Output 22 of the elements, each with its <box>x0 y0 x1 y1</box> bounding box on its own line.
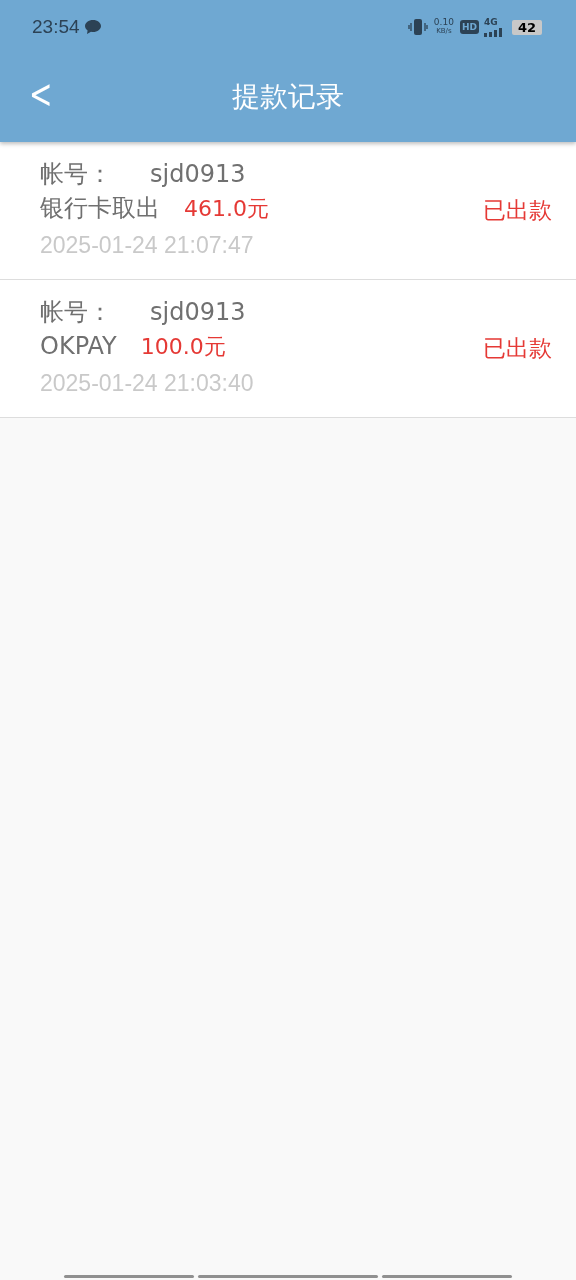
status-time: 23:54 <box>32 16 80 38</box>
vibrate-icon <box>407 18 428 36</box>
account-label: 帐号： <box>40 296 113 328</box>
battery-level: 42 <box>511 19 542 35</box>
withdraw-status: 已出款 <box>483 334 552 363</box>
account-value: sjd0913 <box>150 296 246 328</box>
network-speed: 0.10 <box>433 18 454 27</box>
withdraw-amount: 100.0元 <box>140 332 226 361</box>
account-value: sjd0913 <box>150 158 246 190</box>
withdraw-status: 已出款 <box>483 196 552 225</box>
account-label: 帐号： <box>40 158 113 190</box>
back-button[interactable]: < <box>26 72 56 116</box>
withdraw-method: 银行卡取出 <box>40 192 160 224</box>
gesture-bar[interactable] <box>198 1275 378 1278</box>
gesture-bar[interactable] <box>382 1275 512 1278</box>
page-title: 提款记录 <box>232 79 344 115</box>
network-type: 4G <box>483 17 499 27</box>
chat-bubble-icon <box>83 19 102 35</box>
withdraw-amount: 461.0元 <box>184 194 269 223</box>
gesture-bar[interactable] <box>64 1275 194 1278</box>
hd-badge: HD <box>459 20 479 34</box>
withdraw-method: OKPAY <box>40 330 117 362</box>
